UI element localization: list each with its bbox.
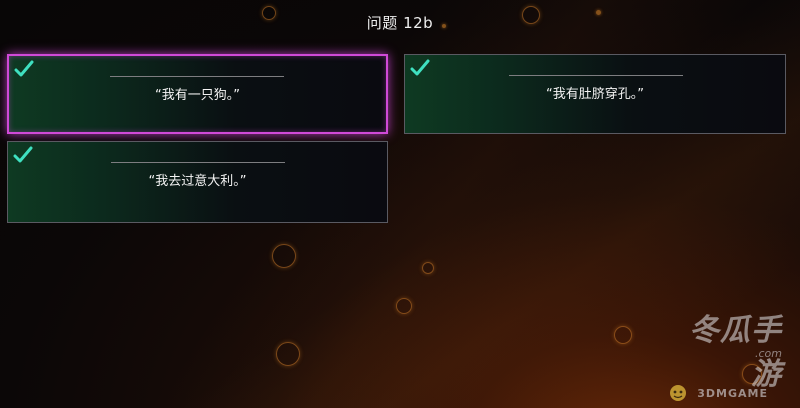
answer-option-italy[interactable]: “我去过意大利。” bbox=[7, 141, 388, 223]
answer-text: “我有肚脐穿孔。” bbox=[546, 87, 644, 102]
answer-text: “我去过意大利。” bbox=[148, 174, 247, 189]
watermark-brand-en: 3DMGAME bbox=[697, 387, 768, 400]
watermark-brand-cn: 冬瓜手游 bbox=[689, 313, 782, 392]
check-icon bbox=[14, 60, 34, 77]
card-divider bbox=[509, 75, 683, 76]
ember-bubble bbox=[272, 244, 296, 268]
card-divider bbox=[111, 162, 285, 163]
ember-bubble bbox=[276, 342, 300, 366]
card-divider bbox=[110, 76, 284, 77]
ember-bubble bbox=[422, 262, 434, 274]
question-title: 问题 12b bbox=[366, 14, 434, 32]
answer-text: “我有一只狗。” bbox=[155, 88, 240, 103]
check-icon bbox=[410, 59, 430, 76]
answer-option-navel-piercing[interactable]: “我有肚脐穿孔。” bbox=[404, 54, 786, 134]
ember-bubble bbox=[396, 298, 412, 314]
ember-bubble bbox=[614, 326, 632, 344]
check-icon bbox=[13, 146, 33, 163]
answer-option-dog[interactable]: “我有一只狗。” bbox=[7, 54, 388, 134]
